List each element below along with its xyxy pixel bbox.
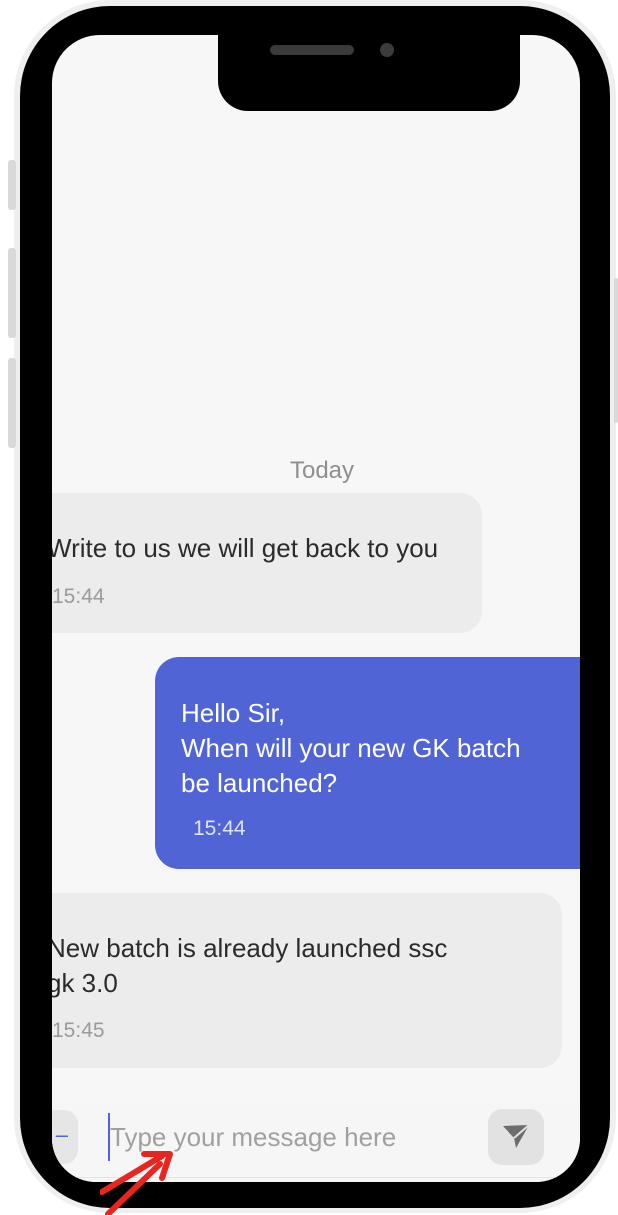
volume-down-button bbox=[8, 358, 16, 448]
attach-button[interactable]: – bbox=[52, 1110, 78, 1164]
date-separator: Today bbox=[289, 457, 355, 484]
message-line: Hello Sir, bbox=[181, 698, 286, 728]
message-time: 15:44 bbox=[52, 585, 105, 608]
message-line: New batch is already launched ssc bbox=[52, 933, 448, 963]
attach-icon: – bbox=[55, 1122, 68, 1147]
message-time: 15:44 bbox=[193, 817, 246, 840]
incoming-message: Write to us we will get back to you 15:4… bbox=[52, 493, 482, 633]
message-line: be launched? bbox=[181, 768, 338, 798]
incoming-message: New batch is already launched ssc gk 3.0… bbox=[52, 893, 562, 1068]
send-button[interactable] bbox=[488, 1109, 544, 1165]
outgoing-message: Hello Sir, When will your new GK batch b… bbox=[155, 657, 580, 869]
phone-mockup: Today Write to us we will get back to yo… bbox=[0, 0, 618, 1215]
message-time: 15:45 bbox=[52, 1019, 105, 1042]
front-camera bbox=[380, 43, 394, 57]
phone-notch bbox=[218, 35, 520, 111]
message-line: When will your new GK batch bbox=[181, 733, 521, 763]
annotation-arrow-icon bbox=[100, 1151, 173, 1215]
message-text: Write to us we will get back to you bbox=[52, 533, 439, 563]
volume-up-button bbox=[8, 248, 16, 338]
chat-screen: Today Write to us we will get back to yo… bbox=[52, 35, 580, 1182]
speaker-grille bbox=[270, 45, 354, 55]
message-line: gk 3.0 bbox=[52, 968, 118, 998]
send-icon bbox=[503, 1124, 530, 1148]
mute-switch bbox=[8, 160, 16, 210]
power-button bbox=[614, 278, 618, 423]
